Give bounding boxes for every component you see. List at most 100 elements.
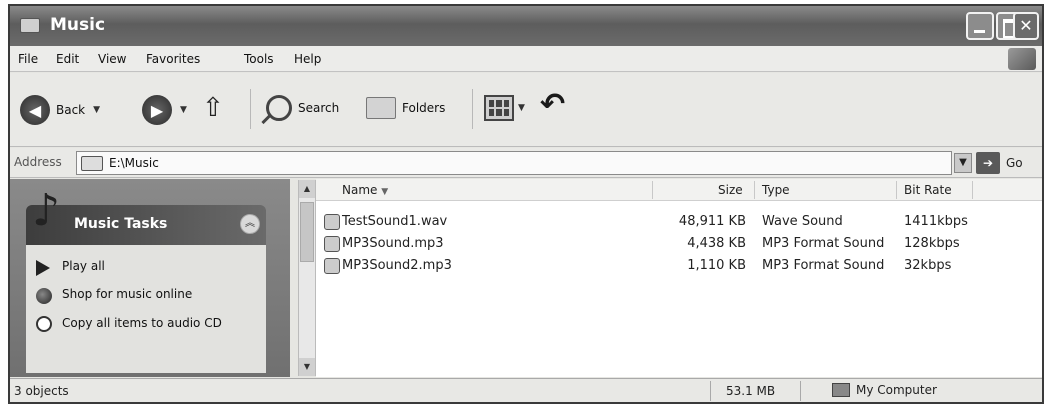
file-name: TestSound1.wav — [342, 214, 448, 229]
status-location-label: My Computer — [856, 383, 937, 397]
chevron-down-icon[interactable]: ▼ — [93, 105, 100, 115]
toolbar-separator — [250, 89, 251, 129]
up-folder-button[interactable]: ⇧ — [202, 93, 224, 123]
undo-button[interactable]: ↶ — [540, 87, 565, 122]
file-type: Wave Sound — [762, 214, 843, 229]
file-size: 1,110 KB — [687, 258, 746, 273]
status-total-size: 53.1 MB — [726, 384, 776, 398]
minimize-button[interactable] — [966, 12, 994, 40]
forward-button[interactable]: ▶ ▼ — [142, 95, 187, 125]
column-name[interactable]: Name ▼ — [342, 183, 388, 197]
task-label: Play all — [62, 259, 105, 273]
window-title: Music — [50, 15, 106, 35]
folders-button[interactable]: Folders — [366, 97, 445, 119]
address-value: E:\Music — [109, 156, 159, 170]
task-play-all[interactable]: Play all — [36, 259, 105, 276]
status-divider — [710, 381, 711, 401]
file-row[interactable]: MP3Sound2.mp3 1,110 KB MP3 Format Sound … — [316, 255, 1042, 277]
column-size[interactable]: Size — [718, 183, 743, 197]
audio-file-icon — [324, 236, 340, 252]
task-label: Copy all items to audio CD — [62, 316, 222, 330]
file-list: Name ▼ Size Type Bit Rate TestSound1.wav… — [316, 179, 1042, 377]
status-location: My Computer — [832, 383, 937, 397]
column-divider[interactable] — [972, 181, 973, 199]
forward-arrow-icon: ▶ — [142, 95, 172, 125]
file-bitrate: 32kbps — [904, 258, 952, 273]
file-bitrate: 1411kbps — [904, 214, 968, 229]
file-type: MP3 Format Sound — [762, 236, 885, 251]
sort-icon: ▼ — [381, 187, 389, 197]
left-pane-scrollbar[interactable]: ▲ ▼ — [298, 180, 316, 376]
menu-favorites[interactable]: Favorites — [146, 52, 200, 66]
column-type[interactable]: Type — [762, 183, 790, 197]
address-dropdown-button[interactable]: ▼ — [954, 153, 972, 173]
back-button[interactable]: ◀ Back ▼ — [20, 95, 100, 125]
menu-edit[interactable]: Edit — [56, 52, 79, 66]
search-button[interactable]: Search — [266, 95, 339, 121]
back-label: Back — [56, 103, 86, 117]
menu-help[interactable]: Help — [294, 52, 321, 66]
explorer-window: Music ✕ File Edit View Favorites Tools H… — [8, 4, 1044, 404]
file-row[interactable]: MP3Sound.mp3 4,438 KB MP3 Format Sound 1… — [316, 233, 1042, 255]
column-divider[interactable] — [652, 181, 653, 199]
folders-icon — [366, 97, 396, 119]
title-bar[interactable]: Music ✕ — [10, 6, 1042, 46]
status-divider — [800, 381, 801, 401]
file-type: MP3 Format Sound — [762, 258, 885, 273]
status-bar: 3 objects 53.1 MB My Computer — [10, 378, 1042, 402]
file-bitrate: 128kbps — [904, 236, 960, 251]
file-name: MP3Sound2.mp3 — [342, 258, 452, 273]
file-row[interactable]: TestSound1.wav 48,911 KB Wave Sound 1411… — [316, 211, 1042, 233]
up-folder-icon: ⇧ — [202, 93, 224, 123]
music-tasks-header[interactable]: ♪ Music Tasks ︽ — [26, 185, 266, 245]
column-divider[interactable] — [896, 181, 897, 199]
chevron-down-icon[interactable]: ▼ — [180, 105, 187, 115]
folder-icon — [20, 18, 40, 33]
scrollbar-thumb[interactable] — [300, 202, 314, 262]
scroll-down-icon[interactable]: ▼ — [299, 358, 315, 376]
globe-icon — [36, 288, 52, 304]
scroll-up-icon[interactable]: ▲ — [299, 180, 315, 198]
address-bar: Address E:\Music ▼ ➔ Go — [10, 148, 1042, 178]
column-divider[interactable] — [754, 181, 755, 199]
music-tasks-title: Music Tasks — [74, 216, 168, 232]
audio-file-icon — [324, 214, 340, 230]
cd-icon — [36, 316, 52, 332]
collapse-icon[interactable]: ︽ — [240, 214, 260, 234]
toolbar: ◀ Back ▼ ▶ ▼ ⇧ Search Folders ▼ ↶ — [10, 73, 1042, 147]
file-name: MP3Sound.mp3 — [342, 236, 444, 251]
folder-icon — [81, 155, 103, 171]
audio-file-icon — [324, 258, 340, 274]
task-shop-online[interactable]: Shop for music online — [36, 287, 192, 304]
play-icon — [36, 260, 50, 276]
search-label: Search — [298, 101, 340, 115]
music-tasks-body: Play all Shop for music online Copy all … — [26, 245, 266, 373]
task-pane: ♪ Music Tasks ︽ Play all Shop for music … — [10, 179, 290, 377]
task-copy-to-cd[interactable]: Copy all items to audio CD — [36, 315, 246, 332]
column-bitrate[interactable]: Bit Rate — [904, 183, 952, 197]
go-button[interactable]: ➔ Go — [976, 152, 1023, 174]
file-size: 48,911 KB — [678, 214, 746, 229]
close-button[interactable]: ✕ — [1013, 12, 1039, 40]
address-input[interactable]: E:\Music — [76, 151, 952, 175]
views-button[interactable]: ▼ — [484, 95, 525, 121]
music-tasks-panel: ♪ Music Tasks ︽ Play all Shop for music … — [26, 185, 266, 373]
views-icon — [484, 95, 514, 121]
toolbar-separator — [472, 89, 473, 129]
address-label: Address — [14, 155, 62, 169]
chevron-down-icon[interactable]: ▼ — [518, 103, 525, 113]
back-arrow-icon: ◀ — [20, 95, 50, 125]
menu-view[interactable]: View — [98, 52, 126, 66]
column-header: Name ▼ Size Type Bit Rate — [316, 179, 1042, 201]
search-icon — [266, 95, 292, 121]
computer-icon — [832, 383, 850, 397]
undo-icon: ↶ — [540, 87, 566, 122]
go-arrow-icon: ➔ — [976, 152, 1000, 174]
go-label: Go — [1006, 156, 1023, 170]
menu-file[interactable]: File — [18, 52, 38, 66]
task-label: Shop for music online — [62, 287, 193, 301]
windows-logo-icon — [1008, 48, 1036, 70]
status-object-count: 3 objects — [14, 384, 69, 398]
menu-tools[interactable]: Tools — [244, 52, 274, 66]
folders-label: Folders — [402, 101, 446, 115]
